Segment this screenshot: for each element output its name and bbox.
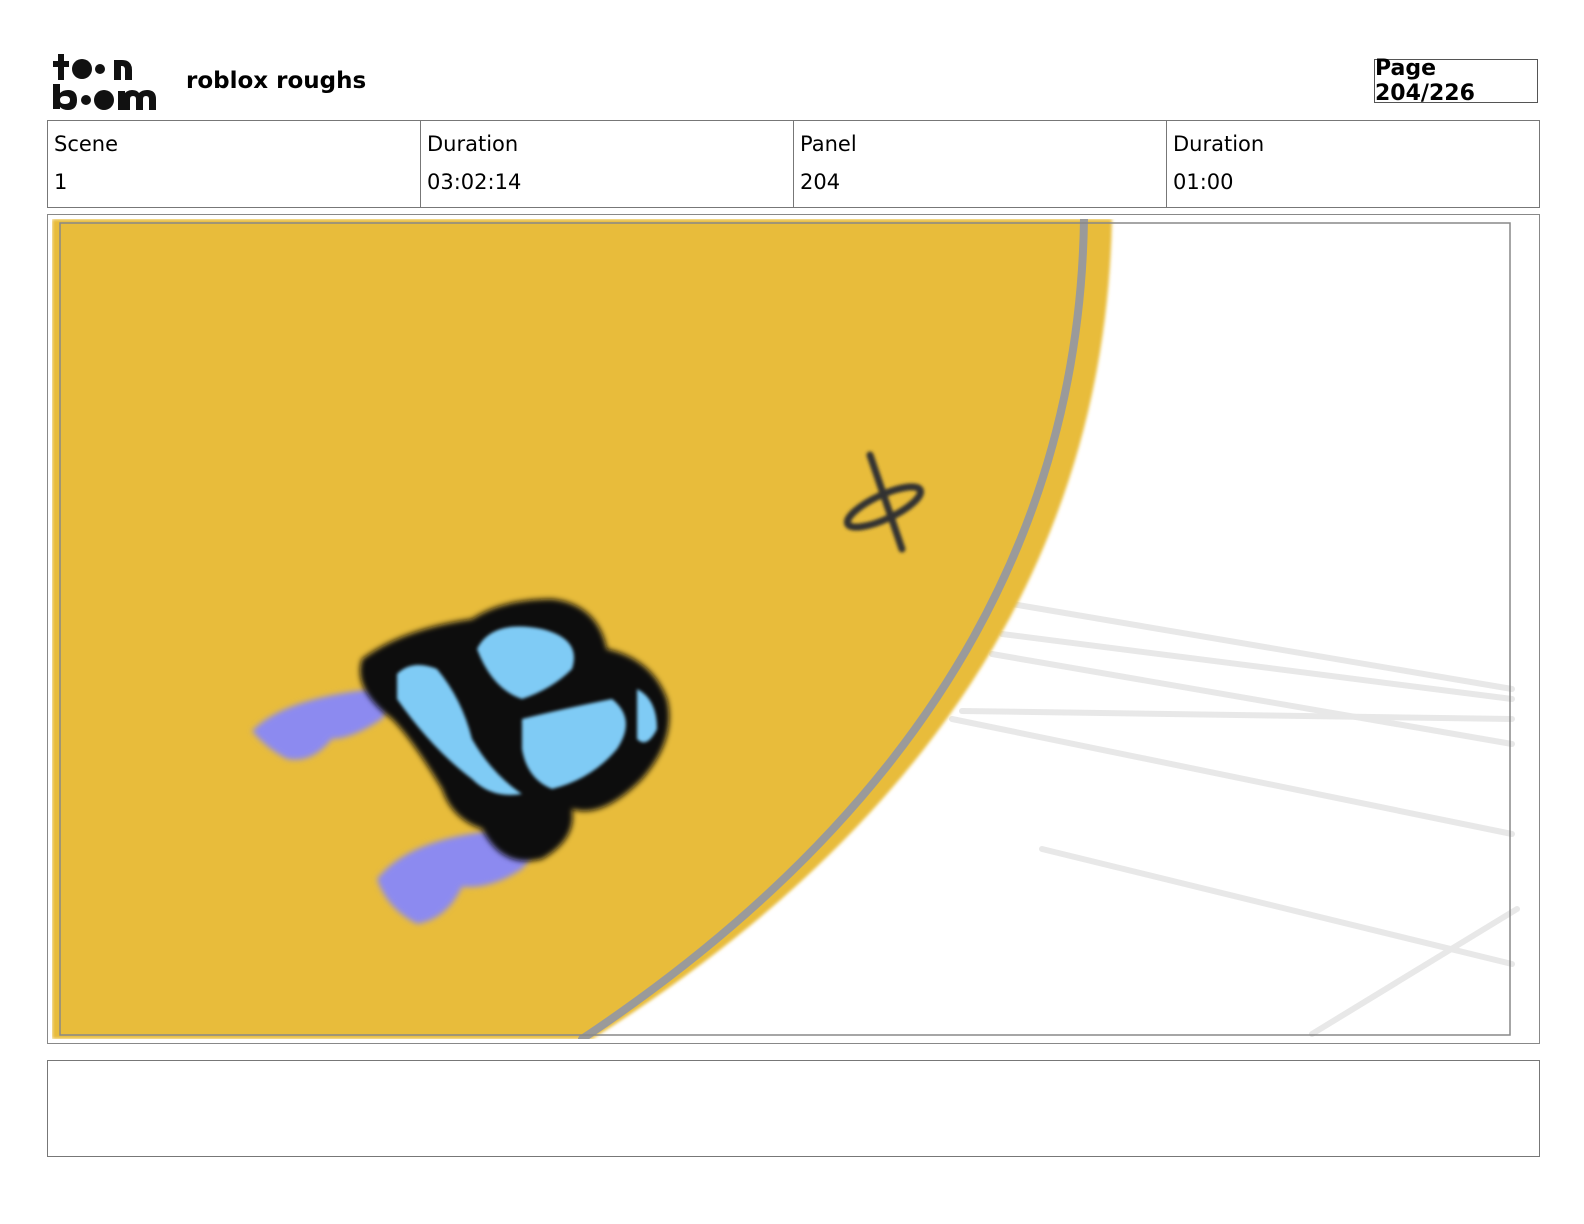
panel-notes: [47, 1060, 1540, 1157]
scene-duration-label: Duration: [427, 132, 519, 156]
panel-duration-label: Duration: [1173, 132, 1265, 156]
panel-duration-value: 01:00: [1173, 170, 1234, 194]
page-number: Page 204/226: [1374, 56, 1538, 106]
scene-duration-value: 03:02:14: [427, 170, 522, 194]
scene-label: Scene: [54, 132, 119, 156]
scene-value: 1: [54, 170, 68, 194]
scene-info-table: Scene 1 Duration 03:02:14 Panel 204 Dura…: [47, 120, 1540, 208]
scene-cell: Scene 1: [48, 121, 421, 207]
panel-duration-cell: Duration 01:00: [1167, 121, 1539, 207]
scene-duration-cell: Duration 03:02:14: [421, 121, 794, 207]
panel-cell: Panel 204: [794, 121, 1167, 207]
toonboom-logo: [53, 54, 156, 110]
storyboard-panel: [47, 214, 1540, 1044]
panel-drawing: [52, 219, 1535, 1039]
panel-value: 204: [800, 170, 841, 194]
project-title: roblox roughs: [186, 68, 367, 94]
panel-label: Panel: [800, 132, 857, 156]
